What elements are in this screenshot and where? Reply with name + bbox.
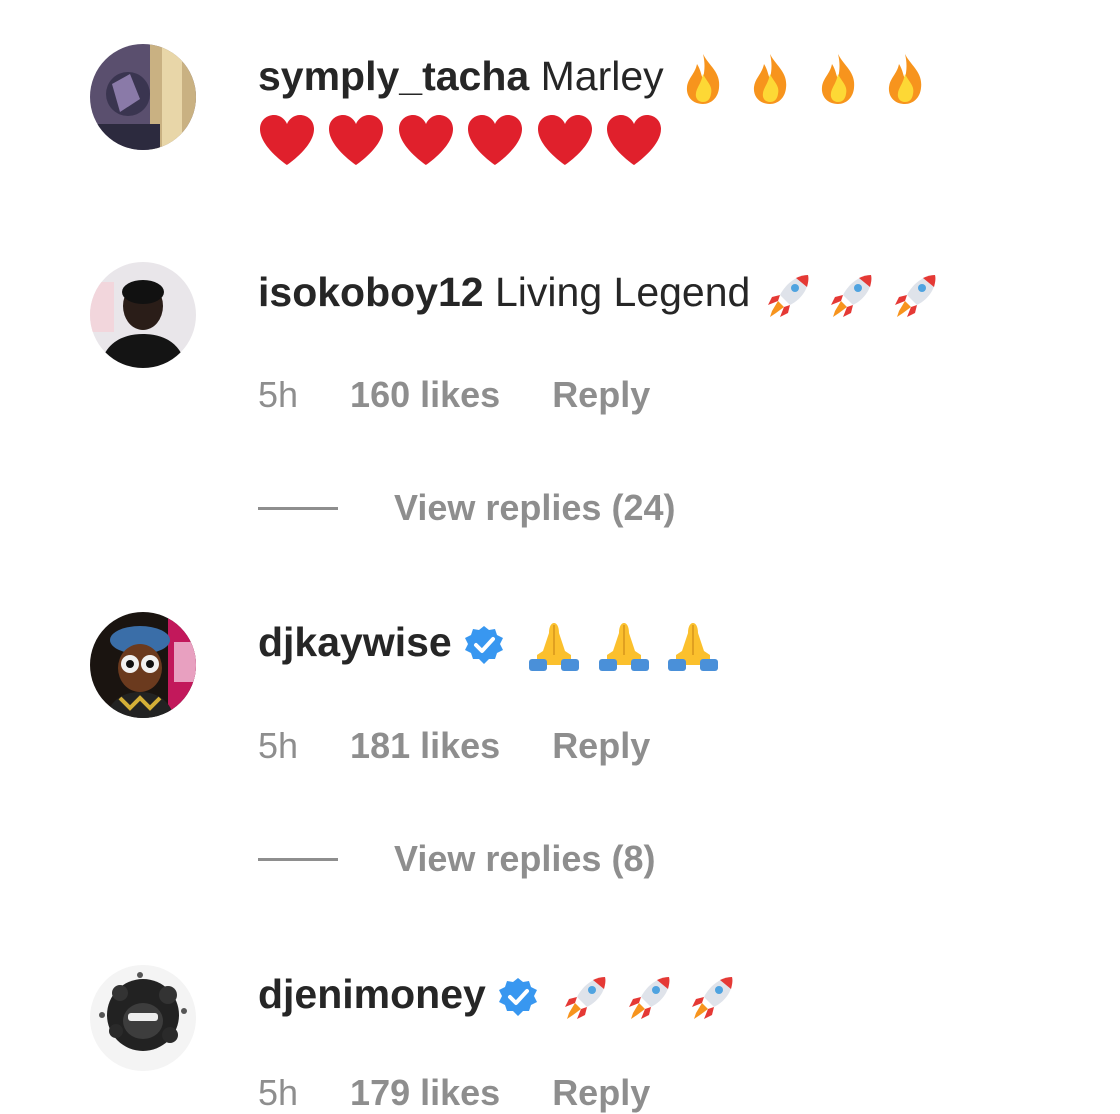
- timestamp: 5h: [258, 725, 299, 767]
- likes-count[interactable]: 179 likes: [350, 1072, 500, 1114]
- reply-button[interactable]: Reply: [552, 725, 650, 767]
- heart-icon: [329, 115, 384, 166]
- likes-count[interactable]: 181 likes: [350, 725, 500, 767]
- comment-body: symply_tacha Marley: [258, 47, 1080, 106]
- heart-icon: [468, 115, 523, 166]
- comment-meta: 5h 179 likes Reply: [258, 1070, 650, 1114]
- heart-icon: [607, 115, 662, 166]
- timestamp: 5h: [258, 1072, 299, 1114]
- avatar[interactable]: [90, 612, 196, 718]
- emoji-row: [514, 619, 722, 672]
- rocket-icon: [767, 275, 809, 318]
- likes-count[interactable]: 160 likes: [350, 374, 500, 416]
- username[interactable]: symply_tacha: [258, 53, 529, 99]
- comment-meta: 5h 181 likes Reply: [258, 723, 650, 767]
- fire-icon: [686, 54, 720, 105]
- view-replies[interactable]: View replies (24): [258, 485, 675, 529]
- comment-meta: 5h 160 likes Reply: [258, 372, 650, 416]
- verified-badge-icon: [464, 626, 503, 665]
- comment-text: Marley: [540, 53, 664, 99]
- rocket-icon: [628, 977, 670, 1020]
- timestamp: 5h: [258, 374, 299, 416]
- comment-text: Living Legend: [495, 269, 751, 315]
- emoji-row: [548, 971, 738, 1020]
- rocket-icon: [831, 275, 872, 318]
- username[interactable]: djenimoney: [258, 971, 486, 1017]
- view-replies[interactable]: View replies (8): [258, 836, 655, 880]
- folded-hands-icon: [667, 623, 718, 672]
- comment-body: djkaywise: [258, 613, 1080, 672]
- emoji-row: [762, 269, 941, 318]
- heart-row: [258, 108, 1080, 167]
- fire-icon: [889, 54, 922, 105]
- fire-icon: [754, 54, 787, 105]
- folded-hands-icon: [598, 623, 649, 672]
- heart-icon: [537, 115, 592, 166]
- username[interactable]: isokoboy12: [258, 269, 484, 315]
- divider-line: [258, 857, 338, 861]
- emoji-row: [664, 53, 934, 105]
- username[interactable]: djkaywise: [258, 619, 452, 665]
- fire-icon: [821, 54, 855, 105]
- comment-body: isokoboy12 Living Legend: [258, 263, 1080, 321]
- rocket-icon: [692, 977, 733, 1020]
- avatar[interactable]: [90, 262, 196, 368]
- view-replies-button[interactable]: View replies (24): [394, 487, 675, 529]
- rocket-icon: [565, 977, 606, 1020]
- folded-hands-icon: [529, 623, 580, 672]
- avatar[interactable]: [90, 965, 196, 1071]
- verified-badge-icon: [498, 978, 537, 1017]
- divider-line: [258, 506, 338, 510]
- heart-icon: [398, 115, 453, 166]
- comment-body: djenimoney: [258, 965, 1080, 1023]
- rocket-icon: [894, 275, 935, 318]
- heart-icon: [260, 115, 314, 166]
- view-replies-button[interactable]: View replies (8): [394, 838, 655, 880]
- reply-button[interactable]: Reply: [552, 374, 650, 416]
- avatar[interactable]: [90, 44, 196, 150]
- reply-button[interactable]: Reply: [552, 1072, 650, 1114]
